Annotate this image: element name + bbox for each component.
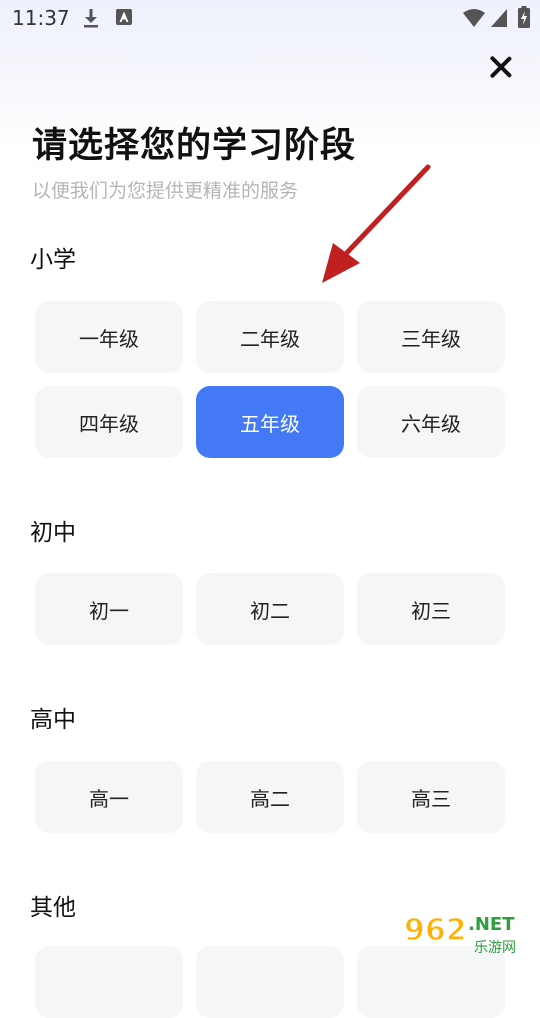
option-grade-5-selected[interactable]: 五年级 — [196, 386, 344, 458]
watermark-number: 962 — [404, 913, 467, 948]
section-label-primary: 小学 — [30, 247, 76, 273]
option-grade-4[interactable]: 四年级 — [35, 386, 183, 458]
option-grade-6[interactable]: 六年级 — [357, 386, 505, 458]
status-bar: 11:37 — [0, 0, 540, 36]
close-icon[interactable] — [484, 50, 518, 84]
option-grade-2[interactable]: 二年级 — [196, 301, 344, 373]
watermark-sub: 乐游网 — [474, 940, 516, 956]
option-junior-3[interactable]: 初三 — [357, 573, 505, 645]
watermark-logo: 962 .NET 乐游网 — [403, 912, 516, 956]
section-label-junior-high: 初中 — [30, 520, 76, 546]
wifi-icon — [463, 9, 485, 27]
page-subtitle: 以便我们为您提供更精准的服务 — [32, 180, 299, 202]
battery-charging-icon — [518, 6, 530, 28]
option-other-1[interactable] — [35, 946, 183, 1018]
option-junior-2[interactable]: 初二 — [196, 573, 344, 645]
download-icon — [84, 9, 98, 28]
option-senior-2[interactable]: 高二 — [196, 761, 344, 833]
status-time: 11:37 — [12, 6, 70, 30]
option-grade-3[interactable]: 三年级 — [357, 301, 505, 373]
watermark-suffix: .NET — [468, 914, 515, 935]
option-other-2[interactable] — [196, 946, 344, 1018]
section-label-other: 其他 — [30, 895, 76, 921]
option-grade-1[interactable]: 一年级 — [35, 301, 183, 373]
section-label-senior-high: 高中 — [30, 707, 76, 733]
option-senior-1[interactable]: 高一 — [35, 761, 183, 833]
option-junior-1[interactable]: 初一 — [35, 573, 183, 645]
signal-icon — [491, 9, 507, 27]
option-senior-3[interactable]: 高三 — [357, 761, 505, 833]
annotation-arrow-icon — [322, 164, 431, 283]
translate-app-icon — [116, 9, 132, 25]
